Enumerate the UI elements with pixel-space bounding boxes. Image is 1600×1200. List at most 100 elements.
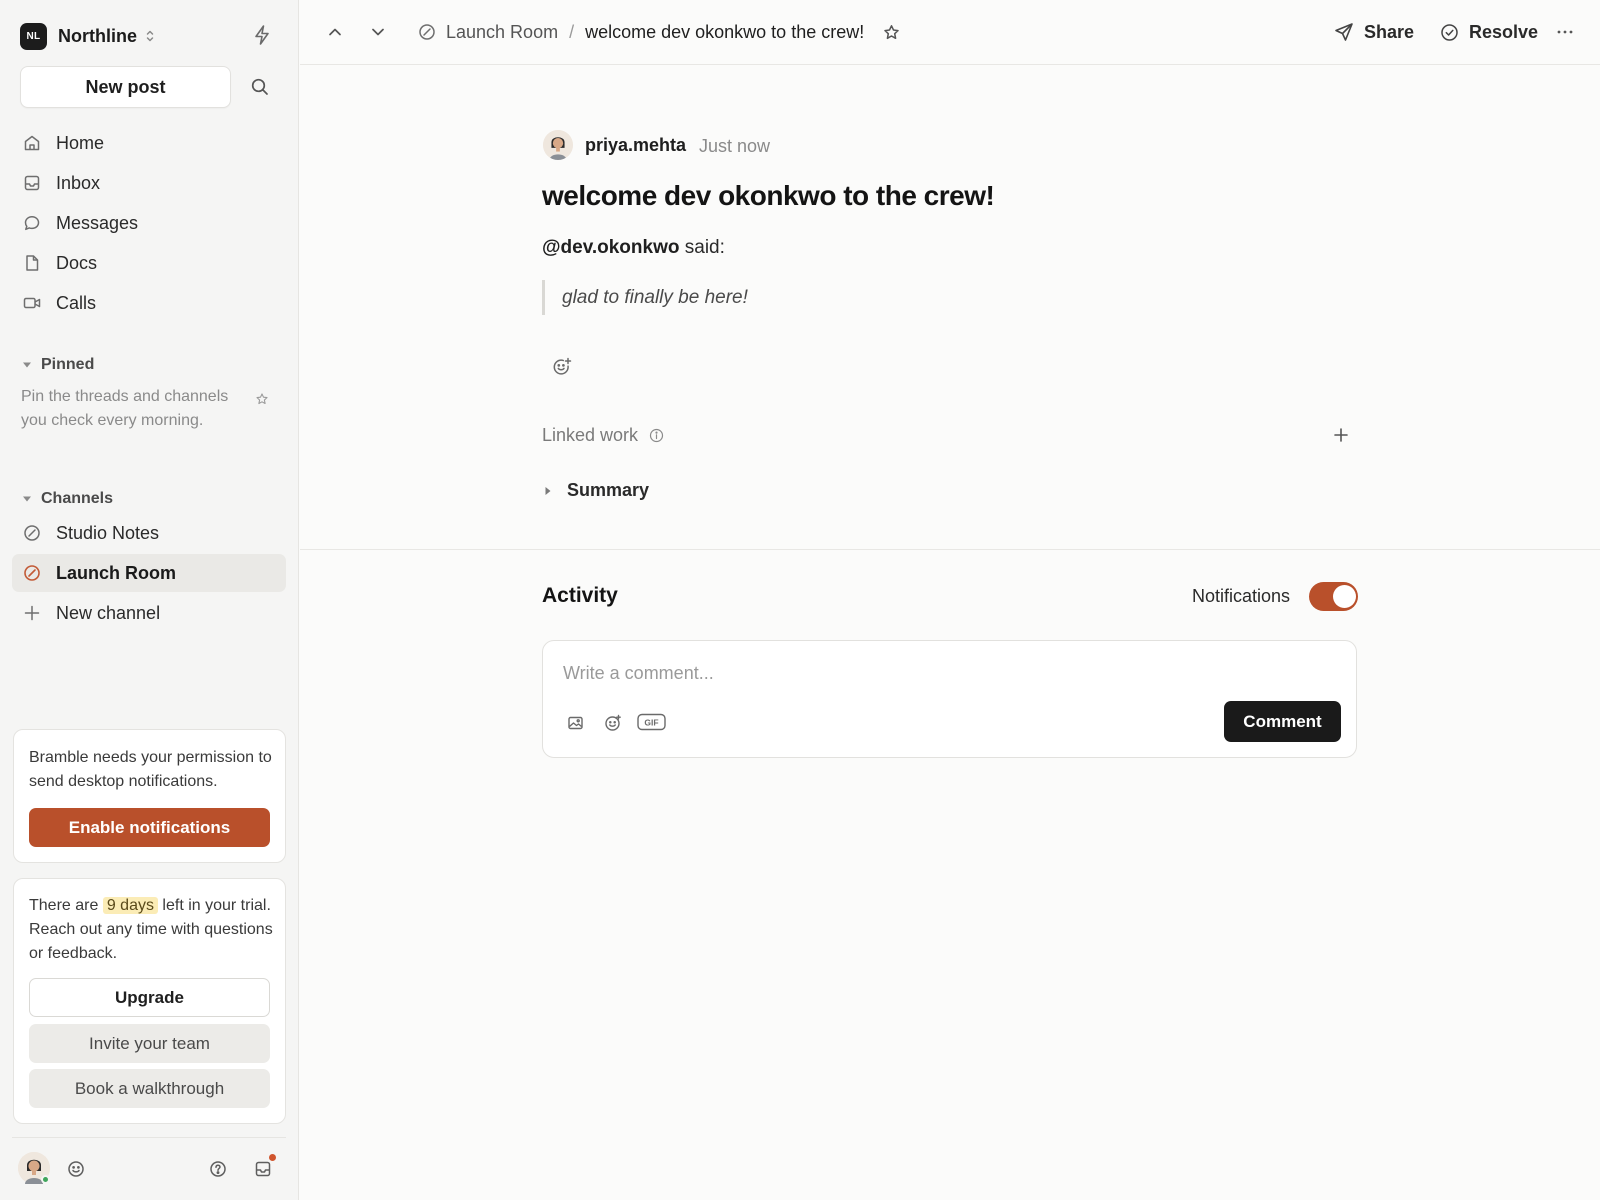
breadcrumb-channel-link[interactable]: Launch Room xyxy=(446,22,558,43)
share-label: Share xyxy=(1364,21,1415,42)
comment-input[interactable] xyxy=(563,659,1263,687)
share-button[interactable]: Share xyxy=(1334,18,1414,46)
inbox-icon xyxy=(23,174,41,192)
notification-permission-card: Bramble needs your permission to send de… xyxy=(13,729,286,863)
resolve-label: Resolve xyxy=(1469,21,1539,42)
channels-section-header[interactable]: Channels xyxy=(22,488,113,510)
breadcrumb: Launch Room / welcome dev okonkwo to the… xyxy=(418,18,900,46)
said-text: said: xyxy=(679,237,725,258)
channel-icon xyxy=(23,524,41,542)
add-linked-work-icon[interactable] xyxy=(1333,427,1349,443)
nav-item-inbox[interactable]: Inbox xyxy=(12,163,286,203)
invite-team-button[interactable]: Invite your team xyxy=(29,1024,270,1063)
nav-item-home[interactable]: Home xyxy=(12,123,286,163)
caret-right-icon xyxy=(545,486,551,495)
book-walkthrough-button[interactable]: Book a walkthrough xyxy=(29,1069,270,1108)
trial-card: There are 9 days left in your trial. Rea… xyxy=(13,878,286,1124)
smile-icon[interactable] xyxy=(67,1160,85,1178)
channel-icon xyxy=(23,564,41,582)
comment-composer: GIF Comment xyxy=(542,640,1357,758)
channel-list: Studio Notes Launch Room New channel xyxy=(12,514,286,634)
new-channel-button[interactable]: New channel xyxy=(12,594,286,632)
new-post-button[interactable]: New post xyxy=(20,66,231,108)
help-icon[interactable] xyxy=(209,1160,227,1178)
sidebar: NL Northline New post Home Inbox Message… xyxy=(0,0,299,1200)
breadcrumb-separator: / xyxy=(569,21,575,42)
nav-item-label: Inbox xyxy=(56,172,101,193)
enable-notifications-button[interactable]: Enable notifications xyxy=(29,808,270,847)
summary-label: Summary xyxy=(567,480,650,500)
channel-icon xyxy=(418,23,436,41)
search-icon[interactable] xyxy=(250,77,270,97)
caret-down-icon xyxy=(22,361,32,369)
notifications-toggle[interactable] xyxy=(1309,582,1358,611)
summary-toggle[interactable]: Summary xyxy=(544,480,649,501)
author-avatar[interactable] xyxy=(543,130,573,160)
resolve-button[interactable]: Resolve xyxy=(1440,18,1538,46)
chevron-updown-icon xyxy=(145,29,155,43)
video-icon xyxy=(23,294,41,312)
pinned-empty-text: Pin the threads and channels you check e… xyxy=(21,388,229,429)
image-icon[interactable] xyxy=(567,714,585,732)
star-icon[interactable] xyxy=(883,24,900,41)
channel-label: Studio Notes xyxy=(56,522,160,543)
workspace-name: Northline xyxy=(58,25,137,46)
nav-item-label: Docs xyxy=(56,252,98,273)
nav-item-docs[interactable]: Docs xyxy=(12,243,286,283)
unread-dot xyxy=(269,1154,276,1161)
sidebar-divider xyxy=(12,1137,286,1138)
workspace-logo: NL xyxy=(20,22,47,50)
gif-text: GIF xyxy=(644,717,658,727)
channel-item-studio-notes[interactable]: Studio Notes xyxy=(12,514,286,552)
comment-button[interactable]: Comment xyxy=(1224,701,1341,742)
main-nav: Home Inbox Messages Docs Calls xyxy=(12,123,286,323)
nav-item-label: Messages xyxy=(56,212,139,233)
upgrade-button[interactable]: Upgrade xyxy=(29,978,270,1017)
workspace-switcher[interactable]: NL Northline xyxy=(20,22,155,50)
more-icon[interactable] xyxy=(1555,22,1575,42)
new-channel-label: New channel xyxy=(56,602,161,623)
linked-work-text: Linked work xyxy=(542,425,639,445)
avatar[interactable] xyxy=(18,1152,50,1184)
channels-title: Channels xyxy=(41,490,114,507)
permission-text: Bramble needs your permission to send de… xyxy=(29,749,272,790)
nav-item-label: Home xyxy=(56,132,105,153)
section-divider xyxy=(300,549,1600,550)
message-icon xyxy=(23,214,41,232)
notifications-label: Notifications xyxy=(1192,586,1291,606)
activity-title: Activity xyxy=(542,584,618,607)
trial-text: There are 9 days left in your trial. Rea… xyxy=(29,894,277,966)
star-icon xyxy=(256,393,268,405)
nav-item-label: Calls xyxy=(56,292,97,313)
chevron-up-icon[interactable] xyxy=(326,23,344,41)
nav-item-calls[interactable]: Calls xyxy=(12,283,286,323)
pinned-section-header[interactable]: Pinned xyxy=(22,354,94,376)
mention-link[interactable]: @dev.okonkwo xyxy=(542,237,679,258)
home-icon xyxy=(23,134,41,152)
info-icon xyxy=(649,428,664,443)
check-circle-icon xyxy=(1441,23,1458,41)
emoji-icon[interactable] xyxy=(604,714,622,732)
breadcrumb-current: welcome dev okonkwo to the crew! xyxy=(585,21,865,42)
bolt-icon[interactable] xyxy=(252,24,272,46)
gif-icon[interactable]: GIF xyxy=(637,713,666,731)
channel-label: Launch Room xyxy=(56,562,176,583)
post-body: @dev.okonkwo said: xyxy=(542,237,725,259)
post-timestamp: Just now xyxy=(699,136,771,156)
nav-item-messages[interactable]: Messages xyxy=(12,203,286,243)
post-title: welcome dev okonkwo to the crew! xyxy=(542,180,995,211)
author-name[interactable]: priya.mehta xyxy=(585,135,686,156)
trial-days-badge: 9 days xyxy=(102,897,158,914)
online-status-dot xyxy=(41,1175,50,1184)
channel-item-launch-room[interactable]: Launch Room xyxy=(12,554,286,592)
caret-down-icon xyxy=(22,495,32,503)
chevron-down-icon[interactable] xyxy=(369,23,387,41)
inbox-tray-icon[interactable] xyxy=(254,1160,272,1178)
add-reaction-icon[interactable] xyxy=(551,356,573,378)
doc-icon xyxy=(23,254,41,272)
quote-block: glad to finally be here! xyxy=(542,280,748,315)
linked-work-label: Linked work xyxy=(542,425,664,446)
toggle-knob xyxy=(1333,585,1356,608)
pinned-title: Pinned xyxy=(41,356,95,373)
trial-text-before: There are xyxy=(29,897,99,914)
